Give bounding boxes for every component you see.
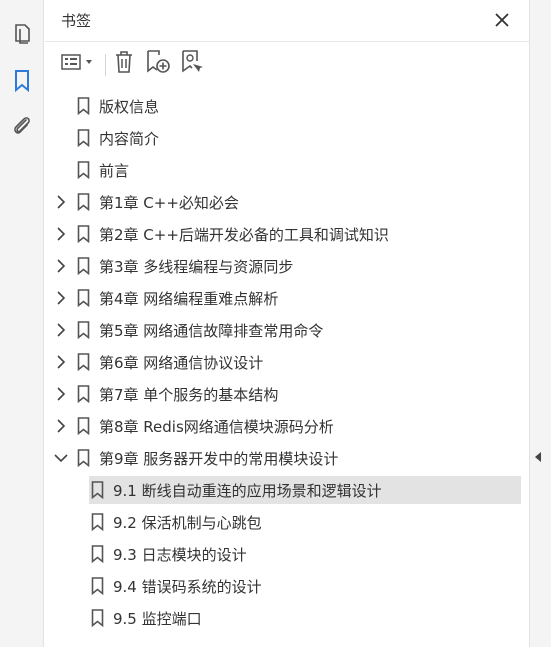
chevron-right-icon[interactable] (53, 348, 69, 376)
bookmark-icon (89, 476, 105, 504)
bookmarks-panel: 书签 版权信息 内容简介 前言 第1章 C++必知必会 第2章 C++后端开发必… (45, 0, 529, 647)
bookmark-icon (75, 380, 91, 408)
bookmark-label: 第1章 C++必知必会 (99, 193, 239, 212)
bookmark-icon (13, 69, 31, 93)
bookmark-item[interactable]: 内容简介 (53, 124, 521, 152)
bookmark-icon (75, 444, 91, 472)
right-collapse-strip (529, 0, 551, 647)
bookmark-icon (75, 316, 91, 344)
delete-icon (113, 50, 135, 78)
bookmark-search-button[interactable] (179, 50, 205, 78)
bookmark-icon (75, 156, 91, 184)
navigation-rail (0, 0, 44, 647)
attachment-icon (11, 114, 33, 138)
bookmark-item[interactable]: 第6章 网络通信协议设计 (53, 348, 521, 376)
close-icon (495, 12, 509, 31)
delete-button[interactable] (111, 50, 137, 78)
collapse-panel-button[interactable] (531, 447, 545, 467)
bookmark-icon (75, 220, 91, 248)
chevron-right-icon[interactable] (53, 252, 69, 280)
bookmark-item[interactable]: 第7章 单个服务的基本结构 (53, 380, 521, 408)
bookmark-icon (75, 412, 91, 440)
bookmark-label: 第7章 单个服务的基本结构 (99, 385, 279, 404)
bookmark-item[interactable]: 第8章 Redis网络通信模块源码分析 (53, 412, 521, 440)
bookmark-label: 版权信息 (99, 97, 160, 116)
options-menu-button[interactable] (59, 50, 97, 78)
options-menu-icon (60, 52, 96, 76)
bookmark-icon (75, 92, 91, 120)
pages-icon (11, 22, 33, 46)
bookmark-label: 9.4 错误码系统的设计 (113, 577, 262, 596)
bookmark-icon (89, 540, 105, 568)
panel-header: 书签 (45, 0, 529, 42)
close-button[interactable] (491, 10, 513, 32)
bookmark-icon (75, 188, 91, 216)
bookmarks-button[interactable] (8, 67, 36, 95)
bookmark-label: 内容简介 (99, 129, 160, 148)
new-bookmark-button[interactable] (145, 50, 171, 78)
bookmark-child-item[interactable]: 9.1 断线自动重连的应用场景和逻辑设计 (89, 476, 521, 504)
panel-title: 书签 (61, 12, 92, 30)
bookmark-label: 9.5 监控端口 (113, 609, 202, 628)
chevron-left-icon (534, 448, 542, 467)
chevron-right-icon[interactable] (53, 188, 69, 216)
bookmark-item[interactable]: 版权信息 (53, 92, 521, 120)
bookmarks-toolbar (45, 42, 529, 86)
chevron-right-icon[interactable] (53, 380, 69, 408)
bookmark-item[interactable]: 第4章 网络编程重难点解析 (53, 284, 521, 312)
bookmark-label: 第9章 服务器开发中的常用模块设计 (99, 449, 339, 468)
bookmark-label: 第5章 网络通信故障排查常用命令 (99, 321, 324, 340)
bookmark-label: 第8章 Redis网络通信模块源码分析 (99, 417, 334, 436)
bookmark-icon (75, 284, 91, 312)
chevron-right-icon[interactable] (53, 316, 69, 344)
bookmark-label: 9.3 日志模块的设计 (113, 545, 247, 564)
bookmark-item[interactable]: 第1章 C++必知必会 (53, 188, 521, 216)
attachments-button[interactable] (8, 112, 36, 140)
bookmark-item[interactable]: 第3章 多线程编程与资源同步 (53, 252, 521, 280)
bookmark-item[interactable]: 第5章 网络通信故障排查常用命令 (53, 316, 521, 344)
bookmark-item[interactable]: 第2章 C++后端开发必备的工具和调试知识 (53, 220, 521, 248)
chevron-down-icon[interactable] (53, 444, 69, 472)
new-bookmark-icon (145, 49, 171, 79)
bookmark-icon (75, 252, 91, 280)
pages-button[interactable] (8, 20, 36, 48)
bookmark-label: 第3章 多线程编程与资源同步 (99, 257, 294, 276)
bookmark-icon (75, 348, 91, 376)
bookmark-label: 9.1 断线自动重连的应用场景和逻辑设计 (113, 481, 382, 500)
bookmark-child-item[interactable]: 9.3 日志模块的设计 (89, 540, 521, 568)
bookmark-icon (75, 124, 91, 152)
chevron-right-icon[interactable] (53, 220, 69, 248)
bookmark-label: 第6章 网络通信协议设计 (99, 353, 264, 372)
toolbar-separator (105, 54, 106, 76)
bookmark-label: 前言 (99, 161, 130, 180)
bookmark-label: 9.2 保活机制与心跳包 (113, 513, 262, 532)
bookmark-item[interactable]: 第9章 服务器开发中的常用模块设计 (53, 444, 521, 472)
bookmark-icon (89, 508, 105, 536)
bookmark-child-item[interactable]: 9.2 保活机制与心跳包 (89, 508, 521, 536)
bookmark-icon (89, 604, 105, 632)
bookmark-search-icon (179, 49, 205, 79)
bookmark-child-item[interactable]: 9.4 错误码系统的设计 (89, 572, 521, 600)
bookmark-label: 第2章 C++后端开发必备的工具和调试知识 (99, 225, 389, 244)
chevron-right-icon[interactable] (53, 284, 69, 312)
bookmark-item[interactable]: 前言 (53, 156, 521, 184)
bookmark-child-item[interactable]: 9.5 监控端口 (89, 604, 521, 632)
bookmark-label: 第4章 网络编程重难点解析 (99, 289, 279, 308)
chevron-right-icon[interactable] (53, 412, 69, 440)
bookmark-icon (89, 572, 105, 600)
